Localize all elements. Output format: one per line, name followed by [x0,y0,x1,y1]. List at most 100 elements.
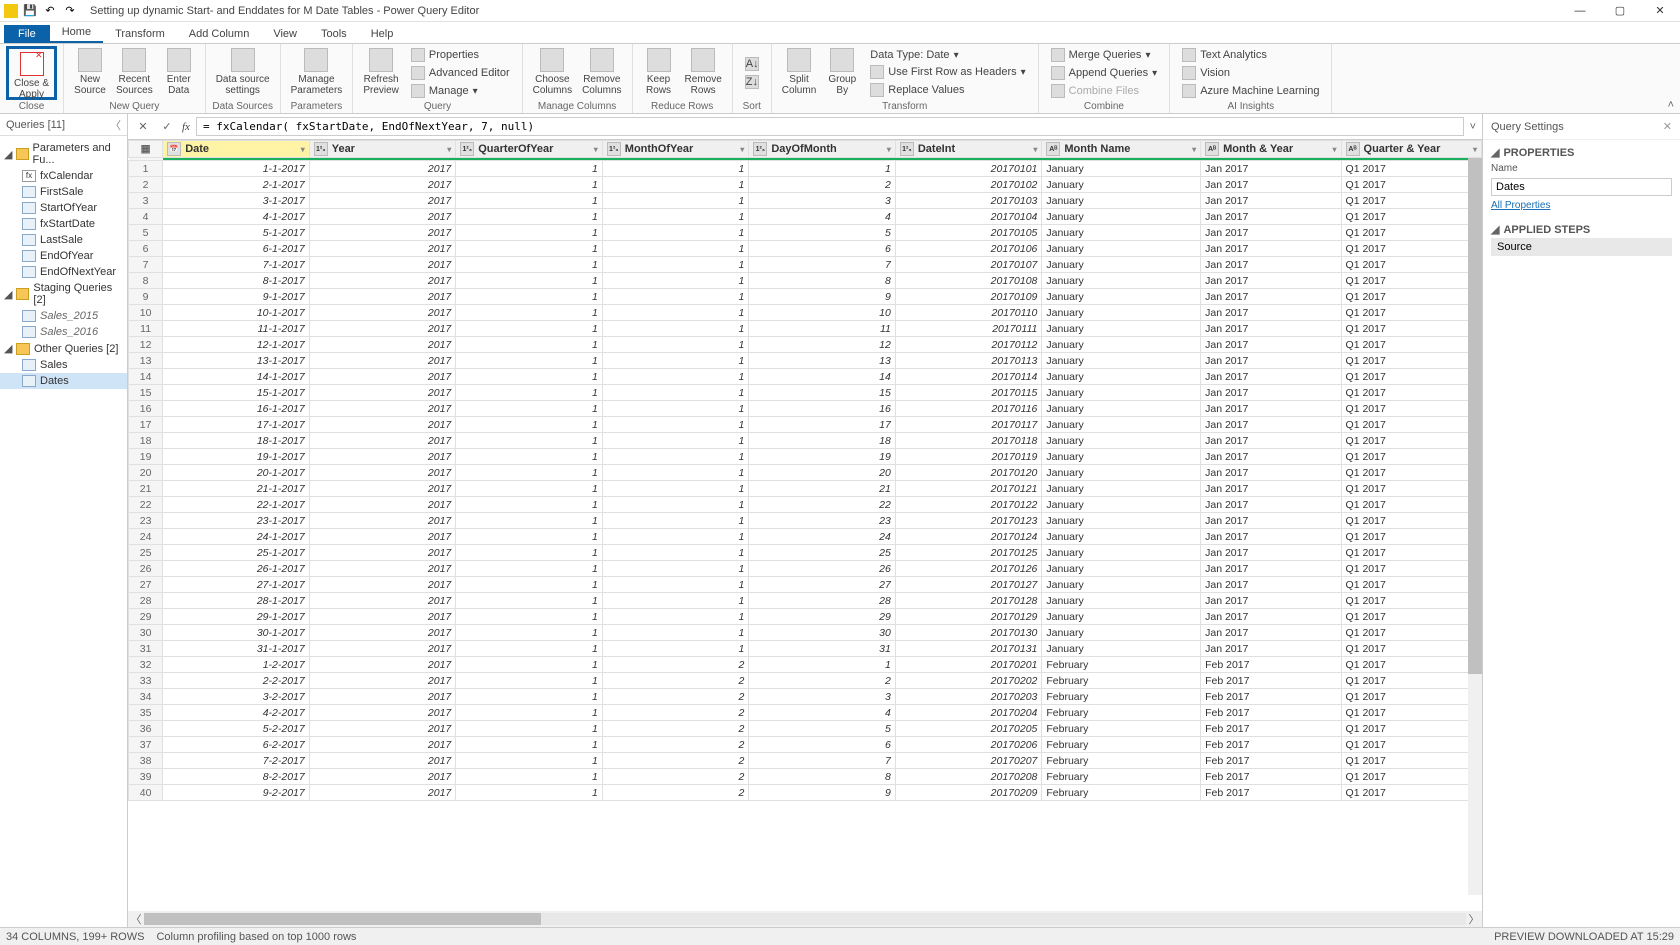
table-row[interactable]: 1717-1-20172017111720170117JanuaryJan 20… [129,417,1482,433]
advanced-editor-button[interactable]: Advanced Editor [409,65,512,81]
query-item[interactable]: Sales_2016 [0,324,127,340]
table-row[interactable]: 354-2-2017201712420170204FebruaryFeb 201… [129,705,1482,721]
query-item[interactable]: FirstSale [0,184,127,200]
table-row[interactable]: 2424-1-20172017112420170124JanuaryJan 20… [129,529,1482,545]
type-icon[interactable]: 1²₃ [314,142,328,156]
save-icon[interactable]: 💾 [22,3,38,19]
table-row[interactable]: 1010-1-20172017111020170110JanuaryJan 20… [129,305,1482,321]
data-source-settings-button[interactable]: Data source settings [212,46,274,100]
addcolumn-tab[interactable]: Add Column [177,25,262,43]
scroll-left-button[interactable]: 〈 [128,911,144,927]
cancel-formula-button[interactable]: ✕ [134,118,152,136]
table-row[interactable]: 2323-1-20172017112320170123JanuaryJan 20… [129,513,1482,529]
data-type-button[interactable]: Data Type: Date ▾ [868,48,1027,62]
data-grid[interactable]: ▦📅Date▾1²₃Year▾1²₃QuarterOfYear▾1²₃Month… [128,140,1482,801]
table-row[interactable]: 1616-1-20172017111620170116JanuaryJan 20… [129,401,1482,417]
horizontal-scrollbar[interactable]: 〈 〉 [128,911,1482,927]
applied-step-source[interactable]: Source [1491,238,1672,256]
table-row[interactable]: 55-1-2017201711520170105JanuaryJan 2017Q… [129,225,1482,241]
table-row[interactable]: 22-1-2017201711220170102JanuaryJan 2017Q… [129,177,1482,193]
first-row-headers-button[interactable]: Use First Row as Headers ▾ [868,64,1027,80]
keep-rows-button[interactable]: Keep Rows [639,46,679,100]
view-tab[interactable]: View [261,25,309,43]
help-tab[interactable]: Help [359,25,406,43]
recent-sources-button[interactable]: Recent Sources [112,46,157,100]
column-header[interactable]: 1²₃DayOfMonth▾ [749,141,896,158]
append-queries-button[interactable]: Append Queries ▾ [1049,65,1160,81]
refresh-preview-button[interactable]: Refresh Preview [359,46,403,100]
type-icon[interactable]: 1²₃ [607,142,621,156]
type-icon[interactable]: Aᴮ [1346,142,1360,156]
table-row[interactable]: 1313-1-20172017111320170113JanuaryJan 20… [129,353,1482,369]
query-item[interactable]: Sales_2015 [0,308,127,324]
query-item[interactable]: StartOfYear [0,200,127,216]
type-icon[interactable]: 📅 [167,142,181,156]
remove-rows-button[interactable]: Remove Rows [681,46,726,100]
table-row[interactable]: 398-2-2017201712820170208FebruaryFeb 201… [129,769,1482,785]
choose-columns-button[interactable]: Choose Columns [529,46,576,100]
column-header[interactable]: AᴮMonth Name▾ [1042,141,1201,158]
column-header[interactable]: 1²₃DateInt▾ [895,141,1042,158]
enter-data-button[interactable]: Enter Data [159,46,199,100]
table-row[interactable]: 11-1-2017201711120170101JanuaryJan 2017Q… [129,161,1482,177]
filter-dropdown-icon[interactable]: ▾ [594,145,598,154]
table-row[interactable]: 1919-1-20172017111920170119JanuaryJan 20… [129,449,1482,465]
table-row[interactable]: 343-2-2017201712320170203FebruaryFeb 201… [129,689,1482,705]
close-settings-button[interactable]: ✕ [1663,120,1672,133]
remove-columns-button[interactable]: Remove Columns [578,46,625,100]
table-row[interactable]: 2121-1-20172017112120170121JanuaryJan 20… [129,481,1482,497]
split-column-button[interactable]: Split Column [778,46,820,100]
undo-icon[interactable]: ↶ [42,3,58,19]
sort-asc-button[interactable]: A↓ [743,56,761,72]
table-row[interactable]: 332-2-2017201712220170202FebruaryFeb 201… [129,673,1482,689]
table-row[interactable]: 387-2-2017201712720170207FebruaryFeb 201… [129,753,1482,769]
table-row[interactable]: 77-1-2017201711720170107JanuaryJan 2017Q… [129,257,1482,273]
filter-dropdown-icon[interactable]: ▾ [301,145,305,154]
query-name-input[interactable] [1491,178,1672,196]
group-by-button[interactable]: Group By [822,46,862,100]
query-group[interactable]: ◢Other Queries [2] [0,340,127,357]
collapse-ribbon-button[interactable]: ˄ [1668,99,1674,111]
sort-desc-button[interactable]: Z↓ [743,74,761,90]
scroll-right-button[interactable]: 〉 [1466,911,1482,927]
close-window-button[interactable]: ✕ [1640,0,1680,22]
maximize-button[interactable]: ▢ [1600,0,1640,22]
table-row[interactable]: 321-2-2017201712120170201FebruaryFeb 201… [129,657,1482,673]
query-group[interactable]: ◢Staging Queries [2] [0,280,127,308]
tools-tab[interactable]: Tools [309,25,359,43]
column-header[interactable]: 1²₃Year▾ [309,141,456,158]
type-icon[interactable]: 1²₃ [460,142,474,156]
applied-steps-header[interactable]: ◢APPLIED STEPS [1491,223,1672,236]
column-header[interactable]: AᴮQuarter & Year▾ [1341,141,1481,158]
table-row[interactable]: 2626-1-20172017112620170126JanuaryJan 20… [129,561,1482,577]
query-item[interactable]: LastSale [0,232,127,248]
table-row[interactable]: 1515-1-20172017111520170115JanuaryJan 20… [129,385,1482,401]
query-item[interactable]: fxfxCalendar [0,168,127,184]
table-row[interactable]: 2727-1-20172017112720170127JanuaryJan 20… [129,577,1482,593]
filter-dropdown-icon[interactable]: ▾ [447,145,451,154]
table-row[interactable]: 88-1-2017201711820170108JanuaryJan 2017Q… [129,273,1482,289]
table-row[interactable]: 2020-1-20172017112020170120JanuaryJan 20… [129,465,1482,481]
redo-icon[interactable]: ↷ [62,3,78,19]
text-analytics-button[interactable]: Text Analytics [1180,47,1321,63]
merge-queries-button[interactable]: Merge Queries ▾ [1049,47,1160,63]
new-source-button[interactable]: New Source [70,46,110,100]
table-row[interactable]: 3030-1-20172017113020170130JanuaryJan 20… [129,625,1482,641]
column-header[interactable]: 1²₃QuarterOfYear▾ [456,141,603,158]
query-group[interactable]: ◢Parameters and Fu... [0,140,127,168]
filter-dropdown-icon[interactable]: ▾ [1473,145,1477,154]
table-row[interactable]: 66-1-2017201711620170106JanuaryJan 2017Q… [129,241,1482,257]
table-row[interactable]: 2222-1-20172017112220170122JanuaryJan 20… [129,497,1482,513]
filter-dropdown-icon[interactable]: ▾ [1192,145,1196,154]
table-row[interactable]: 376-2-2017201712620170206FebruaryFeb 201… [129,737,1482,753]
manage-button[interactable]: Manage ▾ [409,83,512,99]
table-row[interactable]: 3131-1-20172017113120170131JanuaryJan 20… [129,641,1482,657]
table-row[interactable]: 409-2-2017201712920170209FebruaryFeb 201… [129,785,1482,801]
minimize-button[interactable]: — [1560,0,1600,22]
home-tab[interactable]: Home [50,23,103,43]
table-row[interactable]: 99-1-2017201711920170109JanuaryJan 2017Q… [129,289,1482,305]
filter-dropdown-icon[interactable]: ▾ [740,145,744,154]
table-row[interactable]: 2929-1-20172017112920170129JanuaryJan 20… [129,609,1482,625]
column-header[interactable]: 1²₃MonthOfYear▾ [602,141,749,158]
manage-parameters-button[interactable]: Manage Parameters [287,46,347,100]
